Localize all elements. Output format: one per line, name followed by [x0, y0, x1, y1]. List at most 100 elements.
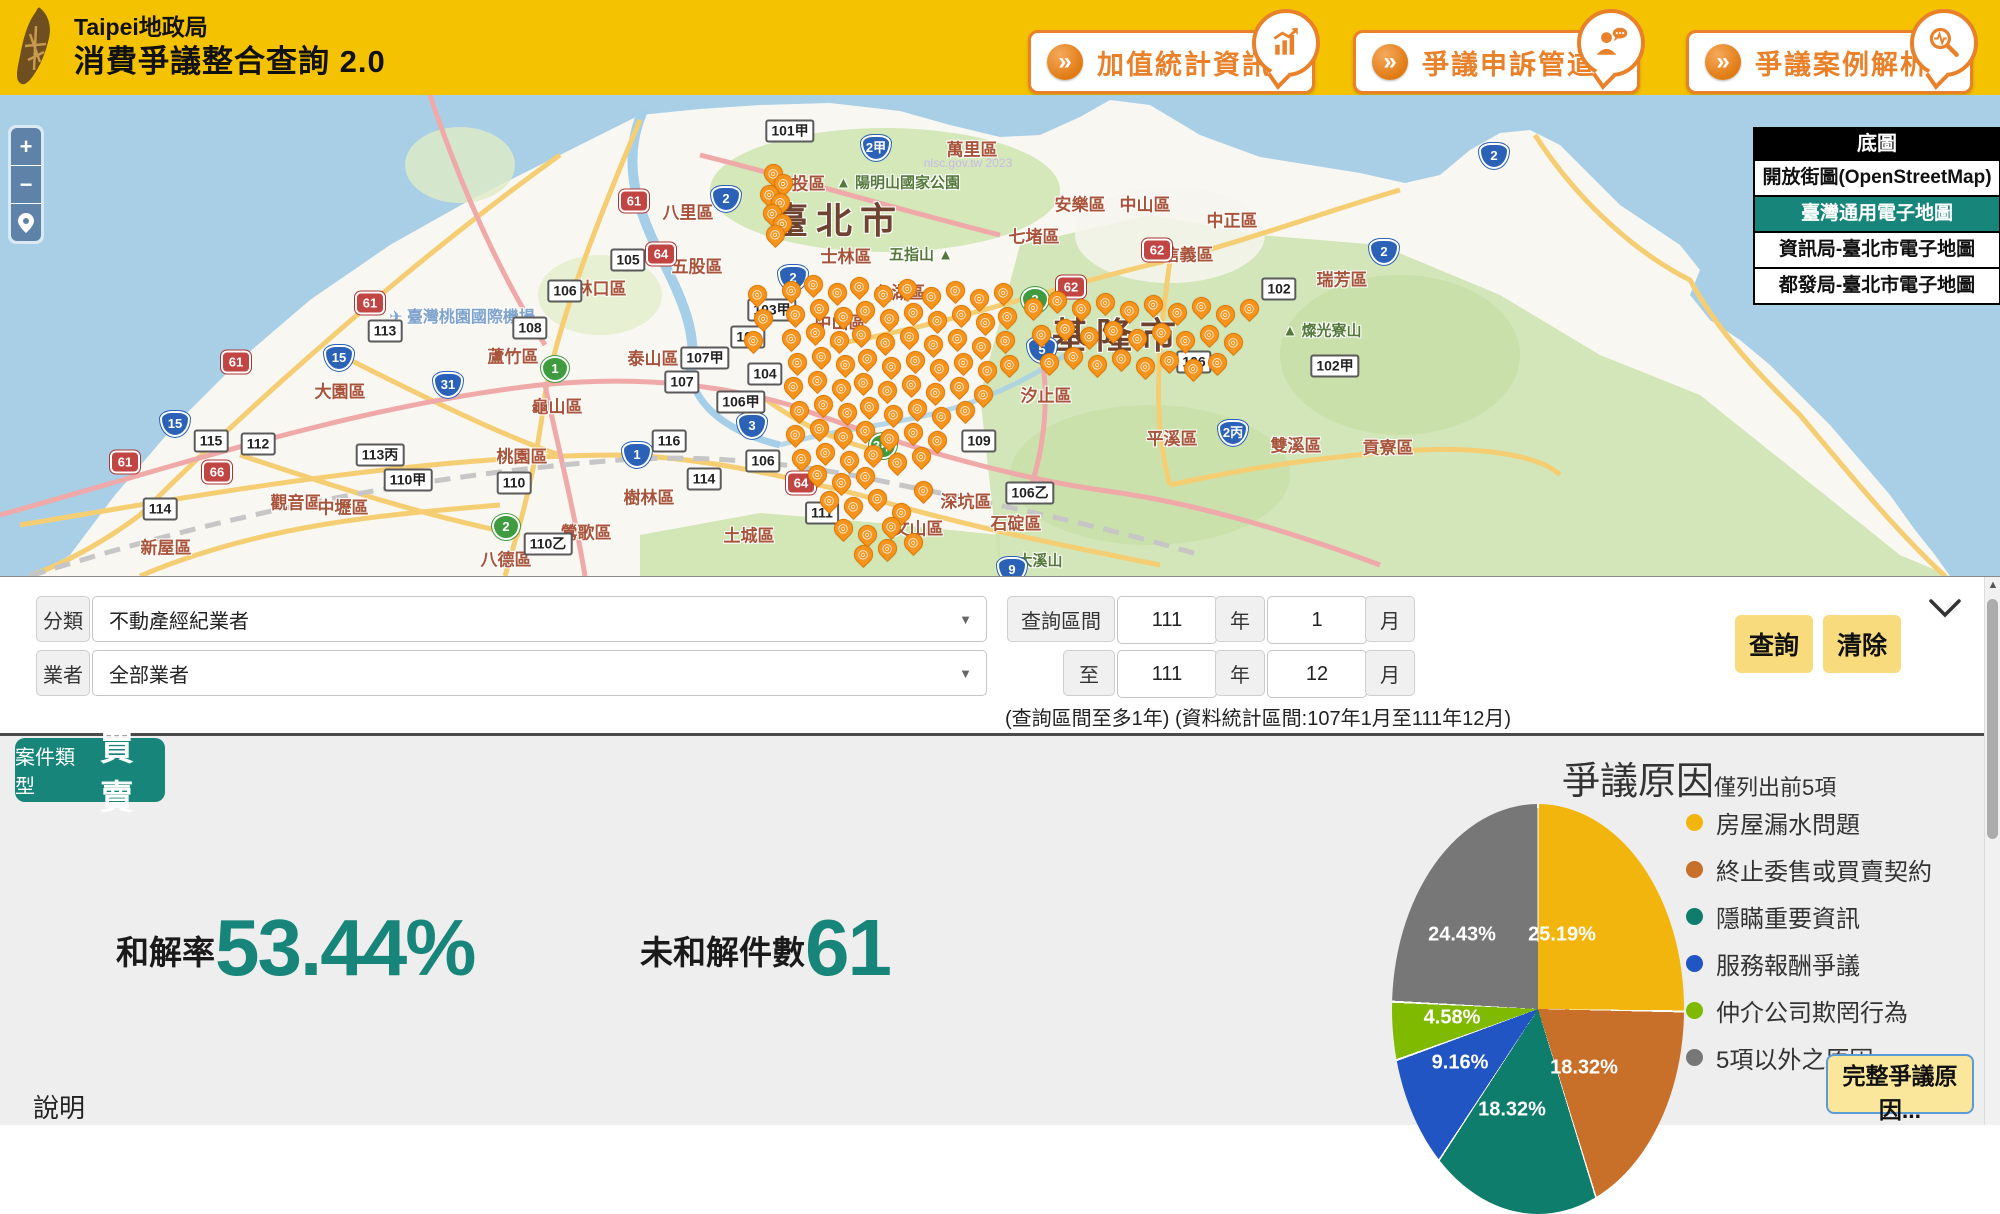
map-marker[interactable]: ◎	[894, 275, 921, 302]
map-marker[interactable]: ◎	[1076, 323, 1103, 350]
map-marker[interactable]: ◎	[974, 357, 1001, 384]
map-marker[interactable]: ◎	[896, 323, 923, 350]
map-marker[interactable]: ◎	[874, 377, 901, 404]
map-marker[interactable]: ◎	[828, 375, 855, 402]
map-marker[interactable]: ◎	[850, 541, 877, 568]
basemap-option[interactable]: 都發局-臺北市電子地圖	[1755, 269, 1999, 303]
clear-button[interactable]: 清除	[1823, 615, 1901, 673]
map-marker[interactable]: ◎	[990, 279, 1017, 306]
map-marker[interactable]: ◎	[900, 529, 927, 556]
map-marker[interactable]: ◎	[1100, 317, 1127, 344]
map-marker[interactable]: ◎	[970, 381, 997, 408]
map-marker[interactable]: ◎	[1140, 291, 1167, 318]
to-month-input[interactable]	[1267, 650, 1367, 698]
category-select[interactable]: 不動產經紀業者 ▼	[92, 596, 987, 642]
map-marker[interactable]: ◎	[744, 281, 771, 308]
basemap-option[interactable]: 臺灣通用電子地圖	[1755, 197, 1999, 231]
map-marker[interactable]: ◎	[1180, 355, 1207, 382]
map-marker[interactable]: ◎	[924, 307, 951, 334]
nav-button-statistics[interactable]: » 加值統計資訊	[1028, 30, 1315, 94]
map-marker[interactable]: ◎	[966, 285, 993, 312]
map-marker[interactable]: ◎	[910, 477, 937, 504]
locate-button[interactable]	[11, 204, 41, 241]
map-marker[interactable]: ◎	[1132, 353, 1159, 380]
map-marker[interactable]: ◎	[806, 415, 833, 442]
map-marker[interactable]: ◎	[946, 373, 973, 400]
map-marker[interactable]: ◎	[852, 417, 879, 444]
full-reason-button[interactable]: 完整爭議原因...	[1826, 1054, 1974, 1114]
map-marker[interactable]: ◎	[876, 305, 903, 332]
map-marker[interactable]: ◎	[786, 397, 813, 424]
map-marker[interactable]: ◎	[1164, 299, 1191, 326]
map-canvas[interactable]: 臺北市基隆市萬里區北投區士林區內湖區中山區八里區五股區林口區泰山區樹林區鶯歌區土…	[0, 95, 2000, 577]
map-marker[interactable]: ◎	[778, 325, 805, 352]
map-marker[interactable]: ◎	[1236, 295, 1263, 322]
map-marker[interactable]: ◎	[994, 303, 1021, 330]
map-marker[interactable]: ◎	[1028, 321, 1055, 348]
map-marker[interactable]: ◎	[884, 449, 911, 476]
map-marker[interactable]: ◎	[826, 327, 853, 354]
map-marker[interactable]: ◎	[1068, 295, 1095, 322]
map-marker[interactable]: ◎	[800, 271, 827, 298]
map-marker[interactable]: ◎	[968, 333, 995, 360]
map-marker[interactable]: ◎	[920, 331, 947, 358]
map-marker[interactable]: ◎	[972, 309, 999, 336]
basemap-option[interactable]: 開放街圖(OpenStreetMap)	[1755, 161, 1999, 195]
map-marker[interactable]: ◎	[824, 279, 851, 306]
map-marker[interactable]: ◎	[782, 301, 809, 328]
map-marker[interactable]: ◎	[784, 349, 811, 376]
map-marker[interactable]: ◎	[1188, 293, 1215, 320]
nav-button-case-analysis[interactable]: » 爭議案例解析	[1686, 30, 1973, 94]
search-button[interactable]: 查詢	[1735, 615, 1813, 673]
zoom-in-button[interactable]: +	[11, 128, 41, 166]
to-year-input[interactable]	[1117, 650, 1217, 698]
map-marker[interactable]: ◎	[1036, 349, 1063, 376]
map-marker[interactable]: ◎	[1172, 327, 1199, 354]
map-marker[interactable]: ◎	[996, 351, 1023, 378]
map-marker[interactable]: ◎	[872, 329, 899, 356]
collapse-panel-button[interactable]	[1928, 598, 1962, 625]
from-month-input[interactable]	[1267, 596, 1367, 644]
map-marker[interactable]: ◎	[750, 305, 777, 332]
map-marker[interactable]: ◎	[944, 325, 971, 352]
map-marker[interactable]: ◎	[878, 353, 905, 380]
map-marker[interactable]: ◎	[928, 403, 955, 430]
page-scrollbar[interactable]: ▲	[1984, 577, 2000, 1125]
map-marker[interactable]: ◎	[898, 371, 925, 398]
map-marker[interactable]: ◎	[1196, 321, 1223, 348]
basemap-option[interactable]: 資訊局-臺北市電子地圖	[1755, 233, 1999, 267]
map-marker[interactable]: ◎	[850, 369, 877, 396]
map-marker[interactable]: ◎	[942, 277, 969, 304]
map-marker[interactable]: ◎	[1220, 329, 1247, 356]
map-marker[interactable]: ◎	[1212, 301, 1239, 328]
map-marker[interactable]: ◎	[1116, 297, 1143, 324]
map-marker[interactable]: ◎	[880, 401, 907, 428]
map-marker[interactable]: ◎	[918, 283, 945, 310]
map-marker[interactable]: ◎	[1084, 351, 1111, 378]
map-marker[interactable]: ◎	[864, 485, 891, 512]
map-marker[interactable]: ◎	[1156, 347, 1183, 374]
zoom-out-button[interactable]: −	[11, 166, 41, 204]
map-marker[interactable]: ◎	[846, 273, 873, 300]
map-marker[interactable]: ◎	[840, 493, 867, 520]
map-marker[interactable]: ◎	[854, 521, 881, 548]
map-marker[interactable]: ◎	[1148, 319, 1175, 346]
scrollbar-thumb[interactable]	[1987, 599, 1998, 839]
map-marker[interactable]: ◎	[1060, 343, 1087, 370]
map-marker[interactable]: ◎	[1108, 345, 1135, 372]
scrollbar-up-icon[interactable]: ▲	[1985, 579, 2000, 591]
map-marker[interactable]: ◎	[926, 355, 953, 382]
map-marker[interactable]: ◎	[1052, 315, 1079, 342]
map-marker[interactable]: ◎	[870, 281, 897, 308]
map-marker[interactable]: ◎	[782, 421, 809, 448]
vendor-select[interactable]: 全部業者 ▼	[92, 650, 987, 696]
map-marker[interactable]: ◎	[1020, 294, 1047, 321]
from-year-input[interactable]	[1117, 596, 1217, 644]
map-marker[interactable]: ◎	[922, 379, 949, 406]
map-marker[interactable]: ◎	[802, 319, 829, 346]
map-marker[interactable]: ◎	[830, 423, 857, 450]
map-marker[interactable]: ◎	[874, 535, 901, 562]
nav-button-complaint-channel[interactable]: » 爭議申訴管道	[1353, 30, 1640, 94]
map-marker[interactable]: ◎	[848, 321, 875, 348]
map-marker[interactable]: ◎	[1204, 349, 1231, 376]
